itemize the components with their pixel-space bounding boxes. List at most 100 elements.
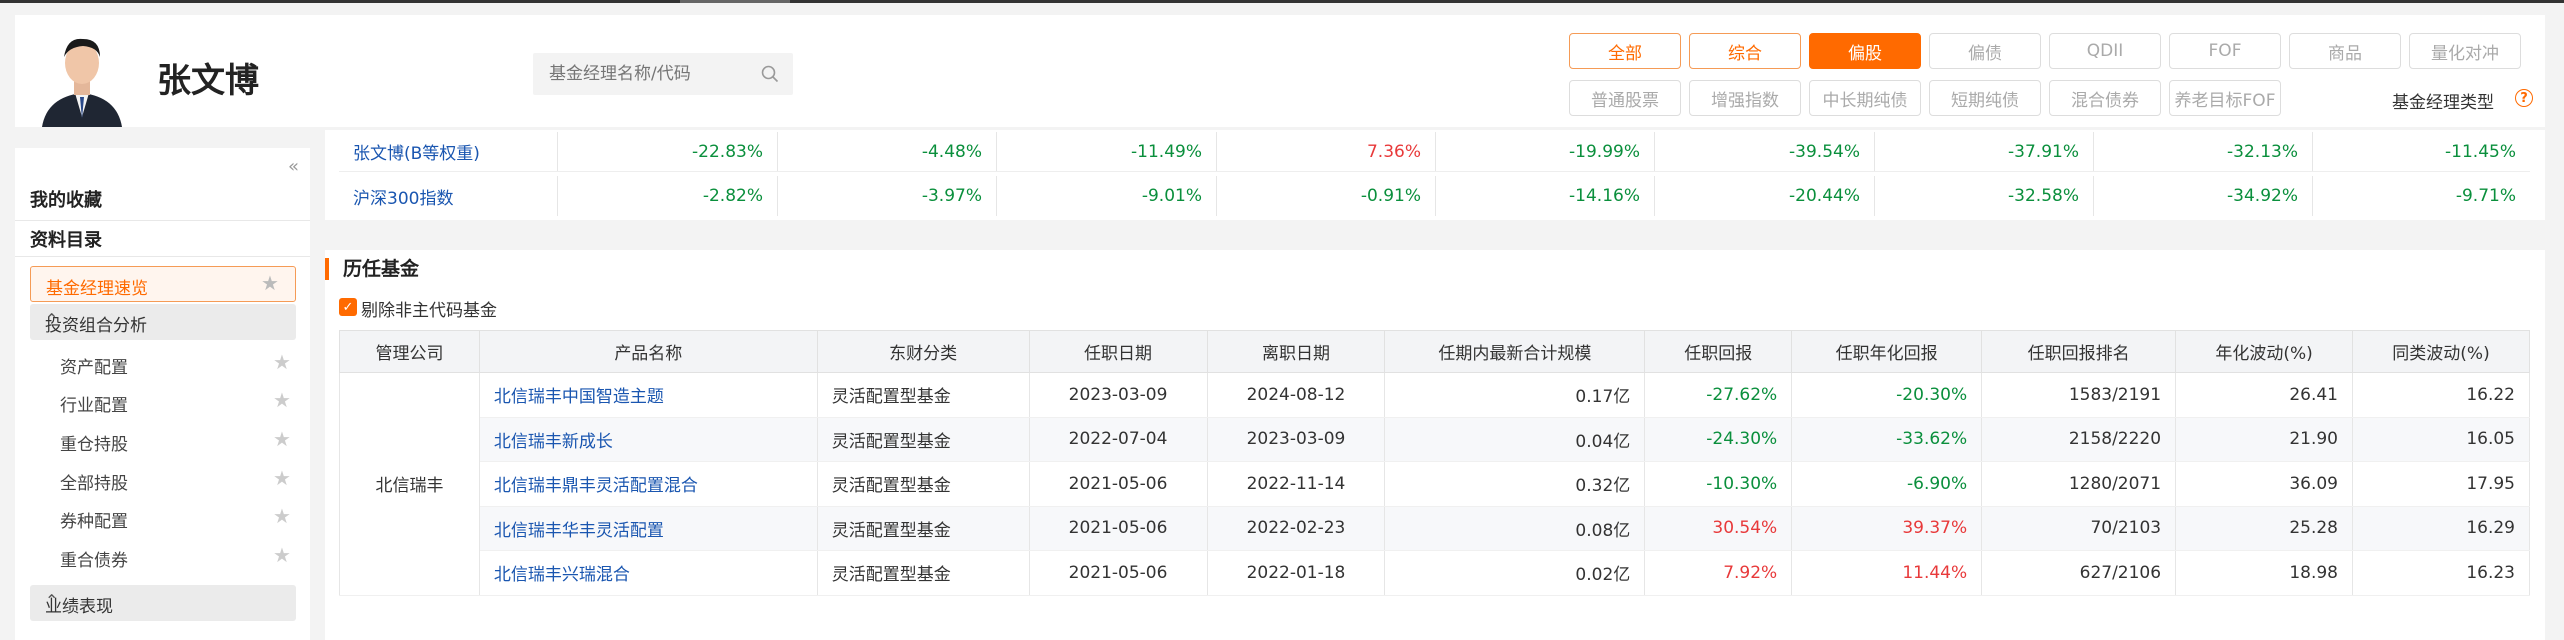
perf-row-name[interactable]: 沪深300指数 (339, 176, 558, 216)
annual-return-cell: 11.44% (1791, 550, 1983, 596)
type-mixed-bond-button[interactable]: 混合债券 (2049, 80, 2161, 116)
sidebar-item-top-bonds[interactable]: 重合债券 (60, 546, 128, 571)
help-icon[interactable]: ? (2515, 89, 2533, 107)
end-date-cell: 2022-01-18 (1207, 550, 1386, 596)
perf-cell: 7.36% (1217, 132, 1436, 171)
type-composite-button[interactable]: 综合 (1689, 33, 1801, 69)
search-box[interactable] (533, 53, 793, 95)
table-row: 北信瑞丰华丰灵活配置 灵活配置型基金 2021-05-06 2022-02-23… (340, 506, 2530, 551)
fund-name-link[interactable]: 北信瑞丰新成长 (479, 417, 818, 462)
scale-cell: 0.17亿 (1384, 372, 1646, 418)
fund-name-link[interactable]: 北信瑞丰华丰灵活配置 (479, 506, 818, 551)
sidebar-item-bond-types[interactable]: 券种配置 (60, 507, 128, 532)
start-date-cell: 2021-05-06 (1029, 461, 1208, 507)
fund-name-link[interactable]: 北信瑞丰中国智造主题 (479, 372, 818, 418)
star-icon[interactable]: ★ (273, 350, 291, 374)
star-icon[interactable]: ★ (273, 466, 291, 490)
scale-cell: 0.08亿 (1384, 506, 1646, 551)
type-quant-button[interactable]: 量化对冲 (2409, 33, 2521, 69)
return-cell: 7.92% (1644, 550, 1793, 596)
table-row: 北信瑞丰兴瑞混合 灵活配置型基金 2021-05-06 2022-01-18 0… (340, 550, 2530, 596)
fund-name-link[interactable]: 北信瑞丰兴瑞混合 (479, 550, 818, 596)
start-date-cell: 2022-07-04 (1029, 417, 1208, 462)
column-header: 离职日期 (1206, 330, 1386, 373)
table-row: 沪深300指数 -2.82% -3.97% -9.01% -0.91% -14.… (339, 176, 2530, 216)
type-pension-fof-button[interactable]: 养老目标FOF (2169, 80, 2281, 116)
perf-cell: -0.91% (1217, 176, 1436, 216)
type-all-button[interactable]: 全部 (1569, 33, 1681, 69)
annual-return-cell: -33.62% (1791, 417, 1983, 462)
rank-cell: 1583/2191 (1981, 372, 2177, 418)
volatility-cell: 36.09 (2175, 461, 2353, 507)
search-input[interactable] (533, 53, 758, 95)
type-qdii-button[interactable]: QDII (2049, 33, 2161, 69)
peer-volatility-cell: 16.22 (2352, 372, 2530, 418)
perf-row-name[interactable]: 张文博(B等权重) (339, 132, 558, 171)
rank-cell: 70/2103 (1981, 506, 2177, 551)
perf-cell: -32.58% (1875, 176, 2094, 216)
annual-return-cell: -20.30% (1791, 372, 1983, 418)
scale-cell: 0.02亿 (1384, 550, 1646, 596)
perf-cell: -34.92% (2094, 176, 2313, 216)
column-header: 产品名称 (478, 330, 818, 373)
section-title: 历任基金 (325, 258, 419, 280)
exclude-non-main-checkbox-label[interactable]: 剔除非主代码基金 (361, 296, 497, 321)
chevron-up-icon: ⌃ (45, 310, 59, 329)
sidebar-catalog[interactable]: 资料目录 (30, 226, 102, 252)
sidebar-item-all-holdings[interactable]: 全部持股 (60, 469, 128, 494)
column-header: 任职日期 (1028, 330, 1208, 373)
sidebar-favorites[interactable]: 我的收藏 (30, 186, 102, 212)
perf-cell: -11.45% (2445, 141, 2516, 162)
table-row: 北信瑞丰新成长 灵活配置型基金 2022-07-04 2023-03-09 0.… (340, 417, 2530, 462)
type-enhanced-index-button[interactable]: 增强指数 (1689, 80, 1801, 116)
star-icon[interactable]: ★ (273, 543, 291, 567)
manager-avatar (37, 27, 127, 127)
sidebar-item-top-holdings[interactable]: 重仓持股 (60, 430, 128, 455)
checkbox-icon[interactable]: ✓ (339, 298, 357, 316)
type-bond-button[interactable]: 偏债 (1929, 33, 2041, 69)
column-header: 任职年化回报 (1791, 330, 1983, 373)
star-icon[interactable]: ★ (261, 271, 279, 295)
star-icon[interactable]: ★ (273, 388, 291, 412)
history-funds-section: 历任基金 ✓ 剔除非主代码基金 管理公司 产品名称 东财分类 任职日期 离职日期… (325, 250, 2545, 640)
performance-table: 张文博(B等权重) -22.83% -4.48% -11.49% 7.36% -… (325, 130, 2545, 220)
divider (15, 220, 310, 221)
rank-cell: 1280/2071 (1981, 461, 2177, 507)
perf-cell: -4.48% (778, 132, 997, 171)
type-stock-button[interactable]: 普通股票 (1569, 80, 1681, 116)
perf-cell: -37.91% (1875, 132, 2094, 171)
perf-cell: -11.49% (997, 132, 1217, 171)
collapse-icon[interactable]: « (288, 156, 299, 177)
peer-volatility-cell: 16.05 (2352, 417, 2530, 462)
peer-volatility-cell: 17.95 (2352, 461, 2530, 507)
star-icon[interactable]: ★ (273, 427, 291, 451)
type-short-bond-button[interactable]: 短期纯债 (1929, 80, 2041, 116)
sidebar-group-portfolio[interactable]: 投资组合分析 ⌃ (30, 304, 296, 340)
sidebar-group-performance[interactable]: 业绩表现 ⌃ (30, 585, 296, 621)
sidebar-item-asset-allocation[interactable]: 资产配置 (60, 353, 128, 378)
star-icon[interactable]: ★ (273, 504, 291, 528)
perf-cell: -22.83% (558, 132, 778, 171)
volatility-cell: 25.28 (2175, 506, 2353, 551)
type-long-bond-button[interactable]: 中长期纯债 (1809, 80, 1921, 116)
table-row: 张文博(B等权重) -22.83% -4.48% -11.49% 7.36% -… (339, 132, 2530, 172)
sidebar-item-overview[interactable]: 基金经理速览 ★ (30, 266, 296, 302)
type-commodity-button[interactable]: 商品 (2289, 33, 2401, 69)
type-equity-button[interactable]: 偏股 (1809, 33, 1921, 69)
return-cell: -27.62% (1644, 372, 1793, 418)
type-fof-button[interactable]: FOF (2169, 33, 2281, 69)
search-icon[interactable] (761, 65, 779, 83)
category-cell: 灵活配置型基金 (817, 417, 1030, 462)
fund-name-link[interactable]: 北信瑞丰鼎丰灵活配置混合 (479, 461, 818, 507)
sidebar-item-industry-allocation[interactable]: 行业配置 (60, 391, 128, 416)
perf-cell: -39.54% (1655, 132, 1875, 171)
peer-volatility-cell: 16.23 (2352, 550, 2530, 596)
category-cell: 灵活配置型基金 (817, 461, 1030, 507)
column-header: 同类波动(%) (2352, 330, 2530, 373)
table-row: 北信瑞丰鼎丰灵活配置混合 灵活配置型基金 2021-05-06 2022-11-… (340, 461, 2530, 507)
start-date-cell: 2023-03-09 (1029, 372, 1208, 418)
perf-cell: -9.71% (2455, 186, 2516, 206)
end-date-cell: 2024-08-12 (1207, 372, 1386, 418)
return-cell: -10.30% (1644, 461, 1793, 507)
manager-name: 张文博 (157, 61, 259, 101)
